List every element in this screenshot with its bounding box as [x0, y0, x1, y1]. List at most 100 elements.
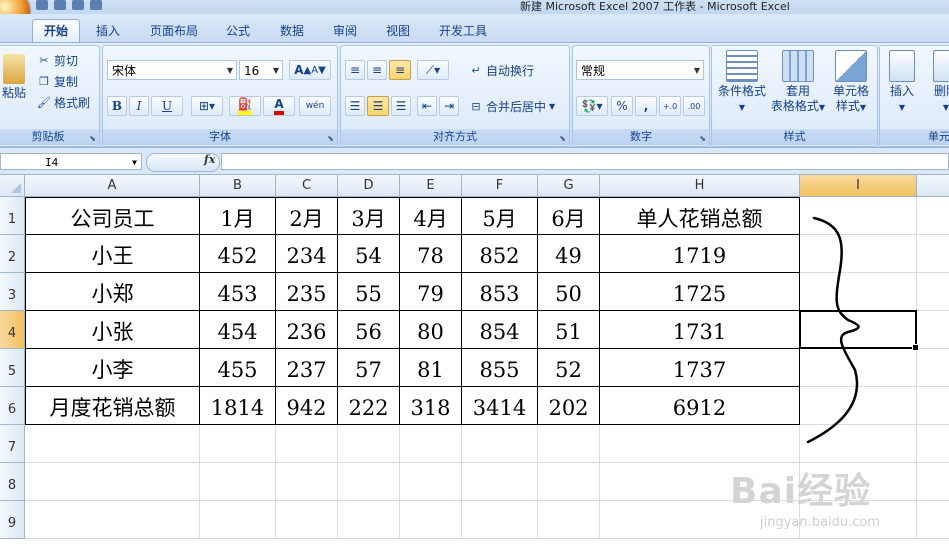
- cell-f4[interactable]: 854: [462, 311, 538, 349]
- cell-e8[interactable]: [400, 463, 462, 501]
- shrink-font-icon[interactable]: A: [311, 65, 318, 76]
- comma-button[interactable]: ,: [635, 96, 657, 116]
- cell-a2[interactable]: 小王: [25, 235, 200, 273]
- column-header-h[interactable]: H: [600, 175, 800, 197]
- cell-b7[interactable]: [200, 425, 276, 463]
- tab-data[interactable]: 数据: [272, 20, 312, 42]
- cell-a6[interactable]: 月度花销总额: [25, 387, 200, 425]
- cell-g4[interactable]: 51: [538, 311, 600, 349]
- cell-d8[interactable]: [338, 463, 400, 501]
- cell-d1[interactable]: 3月: [338, 197, 400, 235]
- cell-c2[interactable]: 234: [276, 235, 338, 273]
- cell-c3[interactable]: 235: [276, 273, 338, 311]
- redo-icon[interactable]: [72, 0, 84, 10]
- cell-b5[interactable]: 455: [200, 349, 276, 387]
- dialog-launcher-icon[interactable]: ⬊: [89, 134, 96, 143]
- decrease-indent-button[interactable]: ⇤: [417, 96, 437, 116]
- font-size-select[interactable]: 16 ▼: [239, 60, 283, 80]
- cell-g8[interactable]: [538, 463, 600, 501]
- borders-button[interactable]: ⊞▾: [191, 96, 223, 116]
- increase-decimal-button[interactable]: +.0: [659, 96, 681, 116]
- merge-center-button[interactable]: ⊟ 合并后居中 ▼: [469, 98, 555, 115]
- cell-e2[interactable]: 78: [400, 235, 462, 273]
- cell-next4[interactable]: [917, 311, 949, 349]
- cell-g7[interactable]: [538, 425, 600, 463]
- cell-b2[interactable]: 452: [200, 235, 276, 273]
- cell-e7[interactable]: [400, 425, 462, 463]
- font-grow-shrink-buttons[interactable]: A ▲ A ▼: [289, 60, 331, 80]
- select-all-button[interactable]: [0, 175, 25, 197]
- name-box[interactable]: I4 ▼: [0, 153, 142, 170]
- dialog-launcher-icon[interactable]: ⬊: [559, 134, 566, 143]
- cell-f6[interactable]: 3414: [462, 387, 538, 425]
- cell-d5[interactable]: 57: [338, 349, 400, 387]
- tab-developer[interactable]: 开发工具: [432, 20, 494, 42]
- undo-icon[interactable]: [54, 0, 66, 10]
- align-left-button[interactable]: ☰: [345, 96, 365, 116]
- cell-next5[interactable]: [917, 349, 949, 387]
- cell-f8[interactable]: [462, 463, 538, 501]
- cut-button[interactable]: ✂ 剪切: [37, 52, 78, 69]
- row-header-2[interactable]: 2: [0, 235, 25, 273]
- cell-f9[interactable]: [462, 501, 538, 539]
- tab-insert[interactable]: 插入: [88, 20, 128, 42]
- cell-b6[interactable]: 1814: [200, 387, 276, 425]
- cell-d9[interactable]: [338, 501, 400, 539]
- column-header-b[interactable]: B: [200, 175, 276, 197]
- cell-next2[interactable]: [917, 235, 949, 273]
- align-middle-button[interactable]: ≡: [367, 60, 387, 80]
- bold-button[interactable]: B: [107, 96, 127, 116]
- tab-review[interactable]: 审阅: [325, 20, 365, 42]
- cell-d2[interactable]: 54: [338, 235, 400, 273]
- column-header-next[interactable]: [917, 175, 949, 197]
- insert-function-button[interactable]: fx: [204, 153, 215, 166]
- cell-d7[interactable]: [338, 425, 400, 463]
- format-painter-button[interactable]: 🖌 格式刷: [37, 94, 90, 111]
- percent-button[interactable]: %: [611, 96, 633, 116]
- column-header-f[interactable]: F: [462, 175, 538, 197]
- cell-h5[interactable]: 1737: [600, 349, 800, 387]
- cell-e3[interactable]: 79: [400, 273, 462, 311]
- cell-a9[interactable]: [25, 501, 200, 539]
- dialog-launcher-icon[interactable]: ⬊: [699, 134, 706, 143]
- font-color-button[interactable]: A: [263, 96, 295, 116]
- cell-b3[interactable]: 453: [200, 273, 276, 311]
- cell-b9[interactable]: [200, 501, 276, 539]
- row-header-6[interactable]: 6: [0, 387, 25, 425]
- cell-d6[interactable]: 222: [338, 387, 400, 425]
- column-header-i[interactable]: I: [800, 175, 917, 197]
- column-header-c[interactable]: C: [276, 175, 338, 197]
- cell-h6[interactable]: 6912: [600, 387, 800, 425]
- cell-next9[interactable]: [917, 501, 949, 539]
- cell-c6[interactable]: 942: [276, 387, 338, 425]
- cell-g1[interactable]: 6月: [538, 197, 600, 235]
- currency-button[interactable]: 💱▾: [576, 96, 608, 116]
- increase-indent-button[interactable]: ⇥: [439, 96, 459, 116]
- align-bottom-button[interactable]: ≡: [389, 60, 411, 80]
- cell-e6[interactable]: 318: [400, 387, 462, 425]
- tab-formulas[interactable]: 公式: [218, 20, 258, 42]
- tab-view[interactable]: 视图: [378, 20, 418, 42]
- delete-cells-button[interactable]: 删除 ▼: [926, 50, 949, 115]
- cell-e4[interactable]: 80: [400, 311, 462, 349]
- fill-color-button[interactable]: ⛽: [229, 96, 261, 116]
- cell-g3[interactable]: 50: [538, 273, 600, 311]
- row-header-4[interactable]: 4: [0, 311, 25, 349]
- cell-f5[interactable]: 855: [462, 349, 538, 387]
- cell-c5[interactable]: 237: [276, 349, 338, 387]
- column-header-d[interactable]: D: [338, 175, 400, 197]
- decrease-decimal-button[interactable]: .00: [683, 96, 705, 116]
- cell-g6[interactable]: 202: [538, 387, 600, 425]
- cell-next3[interactable]: [917, 273, 949, 311]
- number-format-select[interactable]: 常规 ▼: [576, 60, 704, 80]
- formula-input[interactable]: [221, 153, 949, 170]
- cell-b8[interactable]: [200, 463, 276, 501]
- paste-button[interactable]: 粘贴: [0, 54, 29, 101]
- italic-button[interactable]: I: [129, 96, 149, 116]
- cell-g5[interactable]: 52: [538, 349, 600, 387]
- tab-page-layout[interactable]: 页面布局: [140, 20, 208, 42]
- wrap-text-button[interactable]: ↵ 自动换行: [469, 62, 534, 79]
- cell-f7[interactable]: [462, 425, 538, 463]
- cell-a1[interactable]: 公司员工: [25, 197, 200, 235]
- cell-next1[interactable]: [917, 197, 949, 235]
